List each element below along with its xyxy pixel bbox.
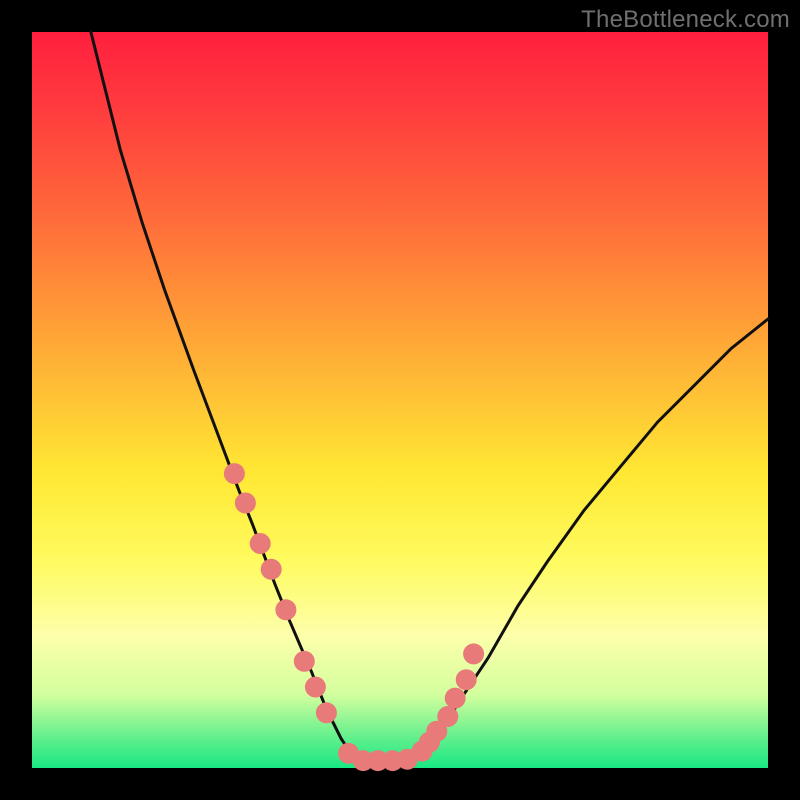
marker-group (224, 463, 484, 771)
marker-dot (294, 651, 315, 672)
marker-dot (456, 669, 477, 690)
marker-dot (463, 643, 484, 664)
marker-dot (250, 533, 271, 554)
chart-svg (32, 32, 768, 768)
marker-dot (445, 688, 466, 709)
marker-dot (261, 559, 282, 580)
chart-frame: TheBottleneck.com (0, 0, 800, 800)
bottleneck-curve (91, 32, 768, 768)
plot-area (32, 32, 768, 768)
marker-dot (235, 493, 256, 514)
watermark-text: TheBottleneck.com (581, 6, 790, 34)
marker-dot (437, 706, 458, 727)
marker-dot (316, 702, 337, 723)
marker-dot (305, 677, 326, 698)
marker-dot (275, 599, 296, 620)
marker-dot (224, 463, 245, 484)
